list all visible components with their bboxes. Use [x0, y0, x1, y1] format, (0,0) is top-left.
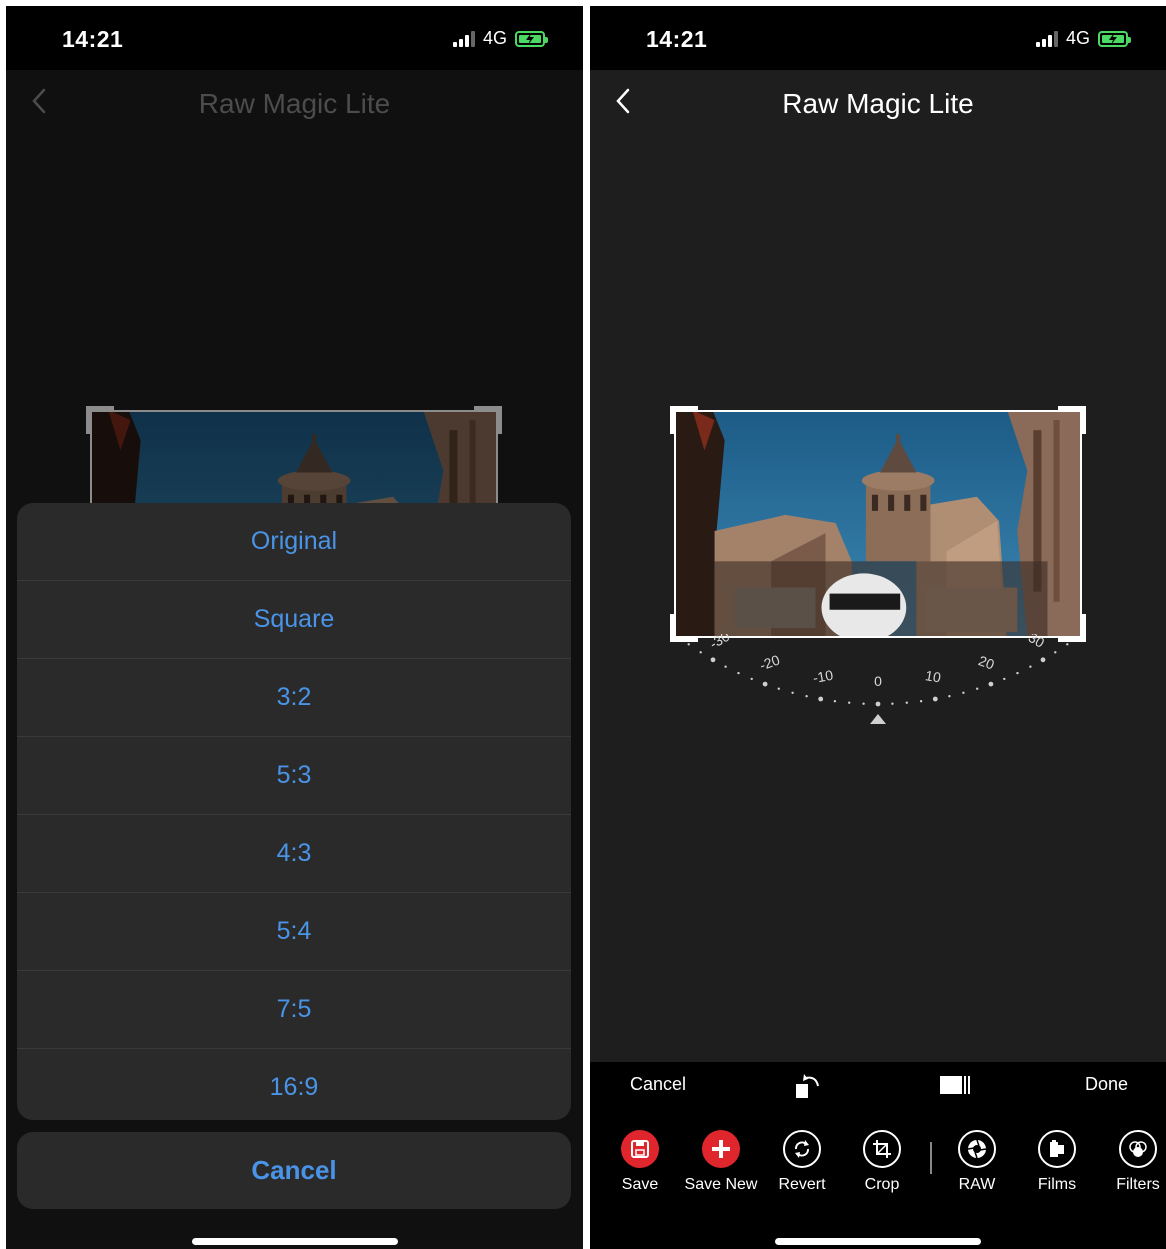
dial-dot: [932, 696, 938, 702]
status-time: 14:21: [646, 26, 708, 52]
dial-dot: [687, 643, 690, 646]
dial-dot: [976, 687, 979, 690]
dial-dot: [750, 677, 753, 681]
dial-dot: [737, 671, 740, 675]
status-time: 14:21: [62, 26, 124, 52]
dial-tick-label: -10: [812, 667, 835, 686]
dial-dot: [1029, 665, 1032, 668]
crop-photo[interactable]: [670, 406, 1086, 642]
dial-dot: [891, 702, 894, 705]
dial-dot: [848, 701, 851, 704]
aspect-option-3-2[interactable]: 3:2: [17, 659, 571, 737]
dial-dot: [1054, 651, 1057, 654]
dial-dot: [710, 657, 716, 663]
network-type: 4G: [1065, 28, 1090, 48]
revert-label: Revert: [778, 1176, 826, 1193]
battery-charging-icon: [1098, 30, 1131, 47]
signal-icon: [1035, 30, 1058, 47]
dial-dot: [791, 691, 794, 694]
crop-handle-top-right[interactable]: [1058, 406, 1086, 434]
crop-done-button[interactable]: Done: [1085, 1074, 1128, 1095]
aspect-option-5-3[interactable]: 5:3: [17, 737, 571, 815]
dial-dot: [1066, 643, 1069, 646]
dial-dot: [1003, 677, 1006, 681]
crop-label: Crop: [864, 1176, 900, 1193]
dial-dot: [833, 700, 837, 703]
plus-icon: [702, 1130, 740, 1168]
aspect-option-7-5[interactable]: 7:5: [17, 971, 571, 1049]
dial-dot: [1016, 671, 1019, 675]
aperture-icon: [958, 1130, 996, 1168]
nav-bar: Raw Magic Lite: [590, 70, 1166, 134]
revert-button[interactable]: Revert: [762, 1130, 842, 1194]
aspect-ratio-screen: 14:21 4G Raw Magic Lite Original Square …: [6, 6, 583, 1249]
bottom-tool-bar: Save Save New Revert Crop RAW Films Filt…: [590, 1112, 1166, 1249]
films-label: Films: [1037, 1176, 1077, 1193]
home-indicator[interactable]: [191, 1238, 398, 1245]
dial-dot: [875, 701, 881, 707]
rotation-dial[interactable]: -30 -20 -10 0 10 20 30: [663, 624, 1093, 744]
aspect-ratio-action-sheet: Original Square 3:2 5:3 4:3 5:4 7:5 16:9: [17, 503, 571, 1120]
dial-dot: [905, 701, 908, 704]
dial-tick-label: 10: [924, 667, 942, 685]
film-roll-icon: [1038, 1130, 1076, 1168]
save-new-button[interactable]: Save New: [681, 1130, 761, 1194]
battery-charging-icon: [515, 30, 548, 47]
crop-tool-button[interactable]: Crop: [842, 1130, 922, 1194]
dial-dot: [919, 700, 923, 703]
dial-tick-label: -20: [757, 651, 782, 673]
crop-icon: [863, 1130, 901, 1168]
network-type: 4G: [482, 28, 507, 48]
crop-cancel-button[interactable]: Cancel: [630, 1074, 686, 1095]
aspect-option-16-9[interactable]: 16:9: [17, 1049, 571, 1120]
revert-arrows-icon: [783, 1130, 821, 1168]
dial-dot: [962, 691, 965, 694]
dial-dot: [762, 681, 768, 687]
dial-dot: [948, 695, 951, 698]
status-bar: 14:21 4G: [590, 6, 1166, 70]
app-title: Raw Magic Lite: [782, 88, 974, 119]
cancel-button[interactable]: Cancel: [17, 1132, 571, 1209]
aspect-ratio-icon[interactable]: [939, 1072, 971, 1103]
signal-icon: [452, 30, 475, 47]
crop-edit-screen: 14:21 4G Raw Magic Lite -30 -20 -10 0 10 20 3: [590, 6, 1166, 1249]
filters-label: Filters: [1116, 1176, 1160, 1193]
dial-dot: [988, 681, 994, 687]
dial-dot: [862, 702, 865, 705]
dial-dot: [724, 665, 727, 668]
aspect-option-square[interactable]: Square: [17, 581, 571, 659]
aspect-option-4-3[interactable]: 4:3: [17, 815, 571, 893]
crop-handle-top-left[interactable]: [670, 406, 698, 434]
home-indicator[interactable]: [775, 1238, 981, 1245]
filters-button[interactable]: Filters: [1098, 1130, 1166, 1194]
films-button[interactable]: Films: [1017, 1130, 1097, 1194]
dial-tick-label: 20: [976, 652, 996, 672]
raw-label: RAW: [958, 1176, 996, 1193]
dial-dot: [777, 687, 780, 690]
save-button[interactable]: Save: [600, 1130, 680, 1194]
save-new-label: Save New: [684, 1176, 758, 1193]
dial-dot: [1040, 657, 1046, 663]
toolbar-divider: [930, 1142, 932, 1174]
save-label: Save: [621, 1176, 659, 1193]
dial-tick-label: -30: [707, 634, 733, 652]
filters-icon: [1119, 1130, 1157, 1168]
aspect-option-5-4[interactable]: 5:4: [17, 893, 571, 971]
save-disk-icon: [621, 1130, 659, 1168]
dial-dot: [818, 696, 824, 702]
status-bar: 14:21 4G: [6, 6, 583, 70]
aspect-option-original[interactable]: Original: [17, 503, 571, 581]
dial-pointer-icon: [870, 714, 886, 724]
dial-tick-label: 0: [874, 673, 882, 689]
crop-toolbar: Cancel Done: [590, 1062, 1166, 1112]
raw-button[interactable]: RAW: [937, 1130, 1017, 1194]
dial-dot: [699, 651, 702, 654]
dial-tick-label: 30: [1026, 634, 1048, 651]
dial-dot: [805, 695, 808, 698]
rotate-icon[interactable]: [792, 1070, 824, 1107]
